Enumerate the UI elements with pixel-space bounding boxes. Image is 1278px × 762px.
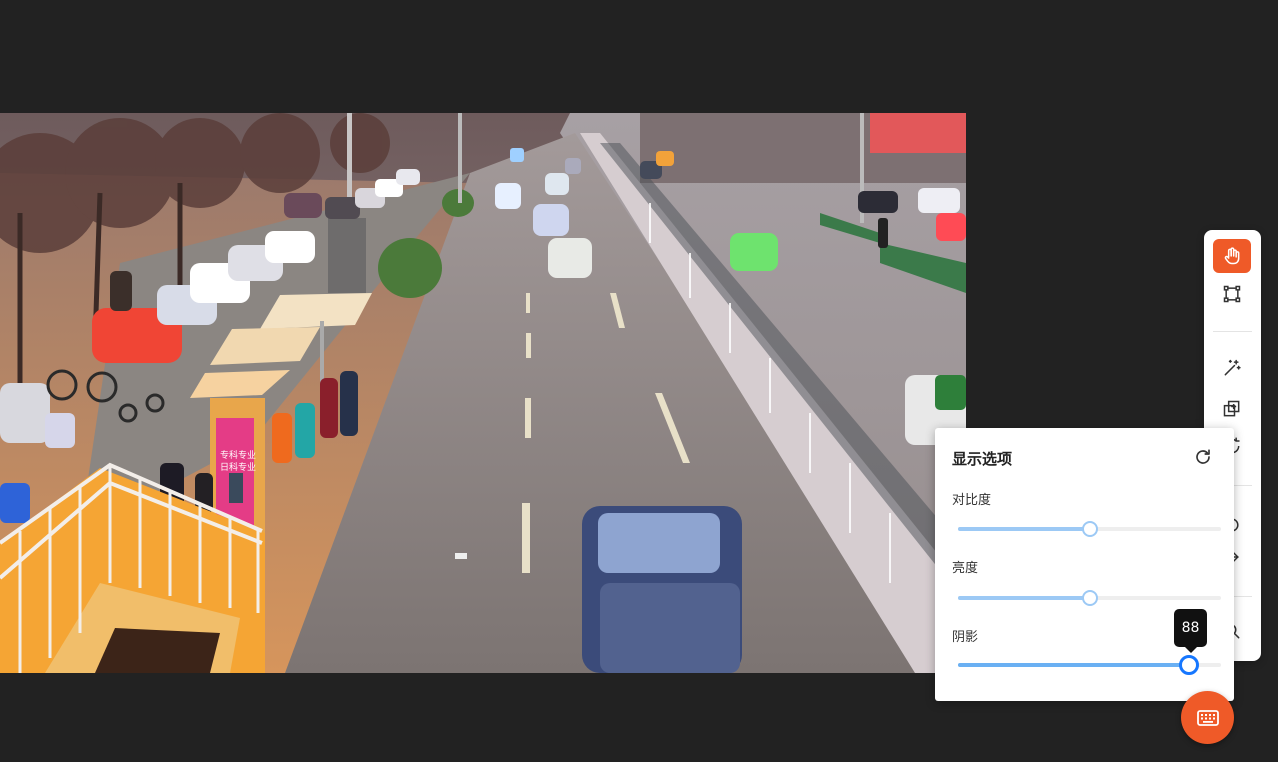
svg-text:专科专业: 专科专业	[220, 449, 256, 461]
shadow-slider-handle[interactable]	[1179, 655, 1200, 675]
bounding-box-icon	[1223, 285, 1241, 303]
display-options-panel: 显示选项 对比度 亮度 阴影 88	[935, 428, 1234, 701]
contrast-label: 对比度	[952, 493, 992, 508]
shadow-slider-fill	[958, 663, 1190, 667]
brightness-label: 亮度	[952, 561, 979, 576]
panel-title: 显示选项	[952, 450, 1013, 468]
contrast-slider-handle[interactable]	[1081, 521, 1098, 537]
refresh-icon[interactable]	[1194, 448, 1212, 466]
magic-wand-icon	[1224, 359, 1241, 376]
keyboard-shortcuts-button[interactable]	[1181, 691, 1234, 744]
shadow-slider[interactable]	[958, 655, 1221, 675]
shadow-label: 阴影	[952, 630, 979, 645]
add-layer-icon	[1223, 400, 1240, 417]
magic-wand-button[interactable]	[1213, 351, 1251, 385]
hand-icon	[1224, 247, 1240, 265]
brightness-slider-fill	[958, 596, 1090, 600]
brightness-slider-handle[interactable]	[1081, 590, 1098, 606]
bounding-box-button[interactable]	[1213, 277, 1251, 311]
brightness-slider[interactable]	[958, 590, 1221, 606]
svg-text:日科专业: 日科专业	[220, 461, 256, 473]
contrast-slider-fill	[958, 527, 1090, 531]
hand-pan-button[interactable]	[1213, 239, 1251, 273]
add-layer-button[interactable]	[1213, 392, 1251, 426]
keyboard-icon	[1196, 709, 1219, 726]
traffic-camera-image: 专科专业 日科专业	[0, 113, 966, 673]
toolbar-divider	[1213, 331, 1252, 332]
slider-value-tooltip: 88	[1174, 609, 1207, 653]
contrast-slider[interactable]	[958, 521, 1221, 537]
